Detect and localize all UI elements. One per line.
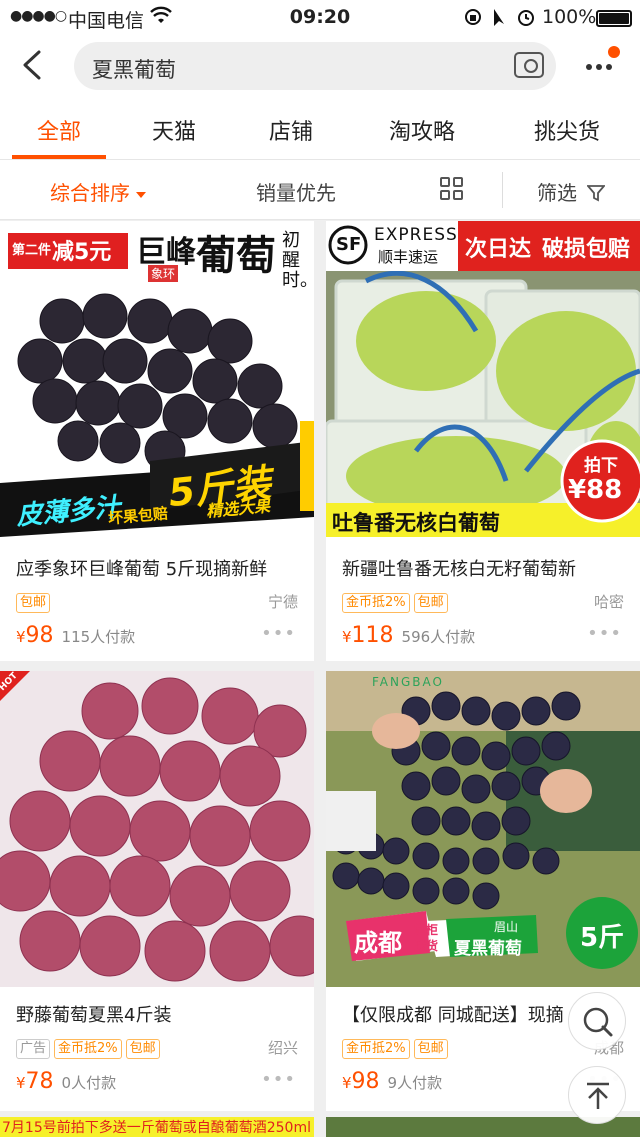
sort-bar: 综合排序 销量优先 筛选 [0,160,640,220]
product-tags: 金币抵2% 包邮 [342,591,452,613]
back-to-top-button[interactable] [568,1066,626,1124]
tag-coin-discount: 金币抵2% [54,1039,122,1059]
sales-count: 0人付款 [61,1074,117,1092]
currency-symbol: ¥ [16,628,26,646]
city-label: 成都 [354,929,402,957]
tab-shops[interactable]: 店铺 [241,114,341,146]
price: ¥98 9人付款 [342,1069,442,1094]
product-card[interactable]: SF EXPRESS 顺丰速运 次日达 破损包赔 吐鲁番无核白葡萄 拍下 ¥88… [326,221,640,661]
express-label: EXPRESS [374,225,458,245]
promo-label: 第二件 [12,243,52,258]
deliver-1: 掌柜 [414,923,439,937]
promo-discount: 减5元 [52,240,112,265]
tag-free-shipping: 包邮 [413,593,448,613]
product-image[interactable]: SF EXPRESS 顺丰速运 次日达 破损包赔 吐鲁番无核白葡萄 拍下 ¥88 [326,221,640,537]
chat-icon [583,1007,613,1037]
product-tags: 包邮 [16,591,54,613]
product-title[interactable]: 应季象环巨峰葡萄 5斤现摘新鲜 [16,555,306,581]
brand-text-2: 葡萄 [196,232,276,279]
filter-label: 筛选 [537,181,577,205]
tab-guides[interactable]: 淘攻略 [372,114,472,146]
sort-comprehensive[interactable]: 综合排序 [50,177,146,206]
category-tabs: 全部 天猫 店铺 淘攻略 挑尖货 [0,98,640,160]
currency-symbol: ¥ [16,1074,26,1092]
search-input[interactable]: 夏黑葡萄 [74,42,556,90]
product-image[interactable]: HOT [0,671,314,987]
product-tags: 广告 金币抵2% 包邮 [16,1037,164,1059]
more-options-icon[interactable]: ••• [587,623,622,644]
sort-comprehensive-label: 综合排序 [50,181,130,205]
product-image[interactable]: FANGBAO 成都 掌柜 送货 眉山 夏黑葡萄 5斤 [326,671,640,987]
status-bar: ●●●●○ 中国电信 09:20 100% [0,0,640,36]
tag-coin-discount: 金币抵2% [342,1039,410,1059]
price-value: 98 [351,1069,380,1094]
badge-price: ¥88 [568,475,623,505]
camera-icon[interactable] [514,52,544,78]
sf-logo: SF [336,234,362,255]
badge-top: 拍下 [584,456,618,476]
search-header: 夏黑葡萄 [0,36,640,98]
price-value: 98 [25,623,54,648]
back-icon[interactable] [14,48,50,84]
sf-cn-label: 顺丰速运 [378,248,439,266]
search-query: 夏黑葡萄 [92,58,176,82]
filter-button[interactable]: 筛选 [537,177,607,207]
battery-icon [596,10,632,27]
name-label: 夏黑葡萄 [454,939,522,959]
next-product-banner[interactable]: 7月15号前拍下多送一斤葡萄或自酿葡萄酒250ml [0,1117,314,1137]
deliver-2: 送货 [414,939,439,953]
price-value: 78 [25,1069,54,1094]
tag-free-shipping: 包邮 [125,1039,160,1059]
watermark-brand: FANGBAO [372,675,444,689]
sales-count: 596人付款 [401,628,476,646]
damage-guarantee-label: 破损包赔 [542,237,631,262]
product-image[interactable]: 第二件 减5元 巨峰 葡萄 象环 初醒时。 5斤装 皮薄多汁 坏果包赔 精选大果 [0,221,314,537]
tag-free-shipping: 包邮 [16,593,51,613]
more-options-icon[interactable]: ••• [261,1069,296,1090]
brand-sub: 象环 [148,265,179,282]
sales-count: 9人付款 [387,1074,443,1092]
divider [502,172,503,208]
tab-all[interactable]: 全部 [9,114,109,146]
active-tab-indicator [12,155,106,159]
bottom-banner: 吐鲁番无核白葡萄 [332,511,500,535]
caret-down-icon [136,191,146,198]
filter-icon [586,183,607,207]
next-banner-text: 7月15号前拍下多送一斤葡萄或自酿葡萄酒250ml [2,1120,311,1136]
tab-picks[interactable]: 挑尖货 [517,114,617,146]
price: ¥118 596人付款 [342,623,475,648]
more-icon[interactable] [584,46,624,82]
ad-label: 广告 [16,1039,51,1059]
product-card[interactable]: 第二件 减5元 巨峰 葡萄 象环 初醒时。 5斤装 皮薄多汁 坏果包赔 精选大果… [0,221,314,661]
more-options-icon[interactable]: ••• [261,623,296,644]
origin-label: 眉山 [494,920,519,934]
customer-service-button[interactable] [568,992,626,1050]
product-tags: 金币抵2% 包邮 [342,1037,452,1059]
notification-dot [608,46,620,58]
next-day-label: 次日达 [465,237,532,262]
battery-percent: 100% [542,6,597,28]
price: ¥98 115人付款 [16,623,135,648]
tag-free-shipping: 包邮 [413,1039,448,1059]
sales-count: 115人付款 [61,628,136,646]
tag-coin-discount: 金币抵2% [342,593,410,613]
grid-view-icon[interactable] [440,177,464,201]
weight-label: 5斤 [580,923,625,953]
currency-symbol: ¥ [342,628,352,646]
sort-sales[interactable]: 销量优先 [256,177,336,206]
seller-location: 绍兴 [267,1039,298,1057]
product-title[interactable]: 新疆吐鲁番无核白无籽葡萄新 [342,555,632,581]
currency-symbol: ¥ [342,1074,352,1092]
tab-tmall[interactable]: 天猫 [124,114,224,146]
seller-location: 宁德 [267,593,298,611]
price-value: 118 [351,623,394,648]
product-title[interactable]: 野藤葡萄夏黑4斤装 [16,1001,306,1027]
arrow-up-icon [587,1082,609,1109]
seller-location: 哈密 [593,593,624,611]
product-card[interactable]: HOT 野藤葡萄夏黑4斤装 广告 金币抵2% 包邮 绍兴 ¥78 0人付款 ••• [0,671,314,1111]
status-icons [464,6,540,33]
price: ¥78 0人付款 [16,1069,116,1094]
side-text: 初醒时。 [282,230,314,291]
